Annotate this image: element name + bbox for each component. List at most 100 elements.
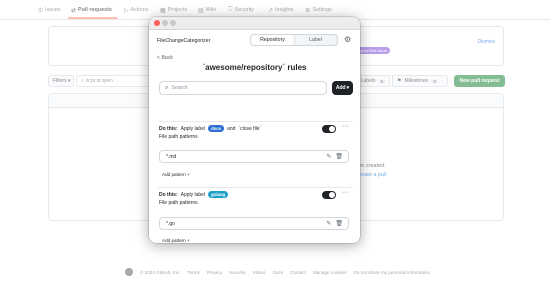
github-logo-icon <box>125 268 133 276</box>
window-close-button[interactable] <box>154 20 160 26</box>
nav-settings-label: Settings <box>312 7 332 13</box>
wiki-icon: ▤ <box>198 7 204 14</box>
rule-do-this-label: Do this: <box>159 191 178 198</box>
tab-label[interactable]: Label <box>294 35 337 45</box>
label-pill: golang <box>208 191 229 198</box>
nav-pull-requests[interactable]: ⇄ Pull requests <box>71 5 112 15</box>
rule-and-text: and <box>227 125 236 132</box>
footer: © 2024 GitHub, Inc. Terms Privacy Securi… <box>125 267 430 277</box>
more-options-icon[interactable]: ··· <box>342 189 349 196</box>
nav-settings[interactable]: ⚙ Settings <box>305 5 332 15</box>
nav-wiki-label: Wiki <box>205 7 216 13</box>
trash-icon[interactable]: 🗑 <box>335 220 343 227</box>
rule-action-line: Do this: Apply label golang <box>159 191 229 198</box>
file-path-pattern-value: *.md <box>166 153 177 160</box>
active-tab-indicator <box>68 17 118 19</box>
issue-icon: ⊙ <box>38 7 44 14</box>
label-pill: docs <box>208 125 225 132</box>
search-icon: ⌕ <box>81 78 84 84</box>
filter-search-value: is:pr is:open <box>85 78 113 84</box>
footer-link-do-not-share[interactable]: Do not share my personal information <box>353 270 430 275</box>
nav-insights[interactable]: ↗ Insights <box>268 5 294 15</box>
add-rule-button[interactable]: Add ▾ <box>332 81 353 95</box>
insights-icon: ↗ <box>268 7 274 14</box>
add-pattern-button[interactable]: Add pattern + <box>162 172 190 177</box>
footer-link-manage-cookies[interactable]: Manage cookies <box>313 270 346 275</box>
page-title: `awesome/repository` rules <box>202 63 307 72</box>
gear-icon[interactable]: ⚙ <box>344 35 351 45</box>
window-maximize-button[interactable] <box>170 20 176 26</box>
nav-issues[interactable]: ⊙ Issues <box>38 5 61 15</box>
nav-wiki[interactable]: ▤ Wiki <box>198 5 216 15</box>
good-first-issue-badge: good first issue <box>357 47 390 54</box>
rule-action-text: Apply label <box>180 125 206 132</box>
rule-action-line: Do this: Apply label docs and `close fil… <box>159 125 261 132</box>
pull-request-icon: ⇄ <box>71 7 77 14</box>
actions-icon: ▷ <box>124 7 129 14</box>
back-link[interactable]: < Back <box>157 55 173 61</box>
edit-icon[interactable]: ✎ <box>326 153 331 160</box>
footer-link-security[interactable]: Security <box>229 270 246 275</box>
new-pull-request-button[interactable]: New pull request <box>454 75 505 87</box>
nav-security-label: Security <box>234 7 254 13</box>
milestones-count: 0 <box>431 78 438 84</box>
rule-card: Do this: Apply label golang ··· File pat… <box>158 187 353 243</box>
add-rule-label: Add <box>335 85 346 91</box>
footer-copyright: © 2024 GitHub, Inc. <box>140 269 181 275</box>
more-options-icon[interactable]: ··· <box>342 123 349 130</box>
filters-button[interactable]: Filters ▾ <box>48 75 74 87</box>
rule-enabled-toggle[interactable] <box>322 125 336 133</box>
labels-label: Labels <box>360 78 376 84</box>
footer-link-status[interactable]: Status <box>253 270 266 275</box>
filter-search-input[interactable]: ⌕ is:pr is:open <box>76 75 156 87</box>
pattern-actions: ✎ 🗑 <box>326 153 343 160</box>
footer-link-contact[interactable]: Contact <box>290 270 306 275</box>
file-path-pattern-value: *.go <box>166 220 175 227</box>
edit-icon[interactable]: ✎ <box>326 220 331 227</box>
milestone-icon: ⚑ <box>397 78 402 84</box>
projects-icon: ▦ <box>160 7 166 14</box>
extension-popup-window: FileChangeCategorizer Repository Label ⚙… <box>149 17 360 243</box>
rule-action-text: Apply label <box>180 191 206 198</box>
search-icon: ⌕ <box>165 84 169 91</box>
pattern-actions: ✎ 🗑 <box>326 220 343 227</box>
footer-link-docs[interactable]: Docs <box>273 270 283 275</box>
nav-insights-label: Insights <box>275 7 294 13</box>
tab-repository[interactable]: Repository <box>251 35 294 45</box>
settings-icon: ⚙ <box>305 7 311 14</box>
labels-count: 9 <box>378 78 385 84</box>
file-path-pattern-field[interactable]: *.md ✎ 🗑 <box>159 150 349 163</box>
nav-projects[interactable]: ▦ Projects <box>160 5 187 15</box>
nav-pull-requests-label: Pull requests <box>78 7 112 13</box>
milestones-button[interactable]: ⚑ Milestones 0 <box>392 75 448 87</box>
chevron-down-icon: ▾ <box>66 78 71 84</box>
nav-security[interactable]: ⛉ Security <box>228 5 254 15</box>
rule-enabled-toggle[interactable] <box>322 191 336 199</box>
dismiss-link[interactable]: Dismiss <box>478 39 496 45</box>
footer-link-privacy[interactable]: Privacy <box>207 270 222 275</box>
milestones-label: Milestones <box>404 78 429 84</box>
filters-label: Filters <box>53 78 67 84</box>
nav-actions-label: Actions <box>130 7 149 13</box>
footer-link-terms[interactable]: Terms <box>187 270 200 275</box>
rule-do-this-label: Do this: <box>159 125 178 132</box>
chevron-down-icon: ▾ <box>346 85 350 91</box>
window-minimize-button[interactable] <box>162 20 168 26</box>
add-pattern-button[interactable]: Add pattern + <box>162 238 190 243</box>
window-titlebar <box>149 17 360 30</box>
labels-button[interactable]: Labels 9 <box>356 75 390 87</box>
nav-projects-label: Projects <box>167 7 188 13</box>
security-icon: ⛉ <box>228 6 233 13</box>
rule-search-placeholder: Search <box>171 85 188 91</box>
create-pull-link[interactable]: create a pull <box>357 172 387 178</box>
nav-issues-label: Issues <box>45 7 61 13</box>
file-path-pattern-field[interactable]: *.go ✎ 🗑 <box>159 217 349 230</box>
rule-extra-action: `close file` <box>238 125 262 132</box>
trash-icon[interactable]: 🗑 <box>335 153 343 160</box>
file-path-patterns-heading: File path patterns <box>159 134 198 140</box>
rule-search-input[interactable]: ⌕ Search <box>159 81 327 95</box>
nav-actions[interactable]: ▷ Actions <box>124 5 148 15</box>
rule-card: Do this: Apply label docs and `close fil… <box>158 121 353 179</box>
extension-name: FileChangeCategorizer <box>157 38 211 44</box>
file-path-patterns-heading: File path patterns <box>159 200 198 206</box>
